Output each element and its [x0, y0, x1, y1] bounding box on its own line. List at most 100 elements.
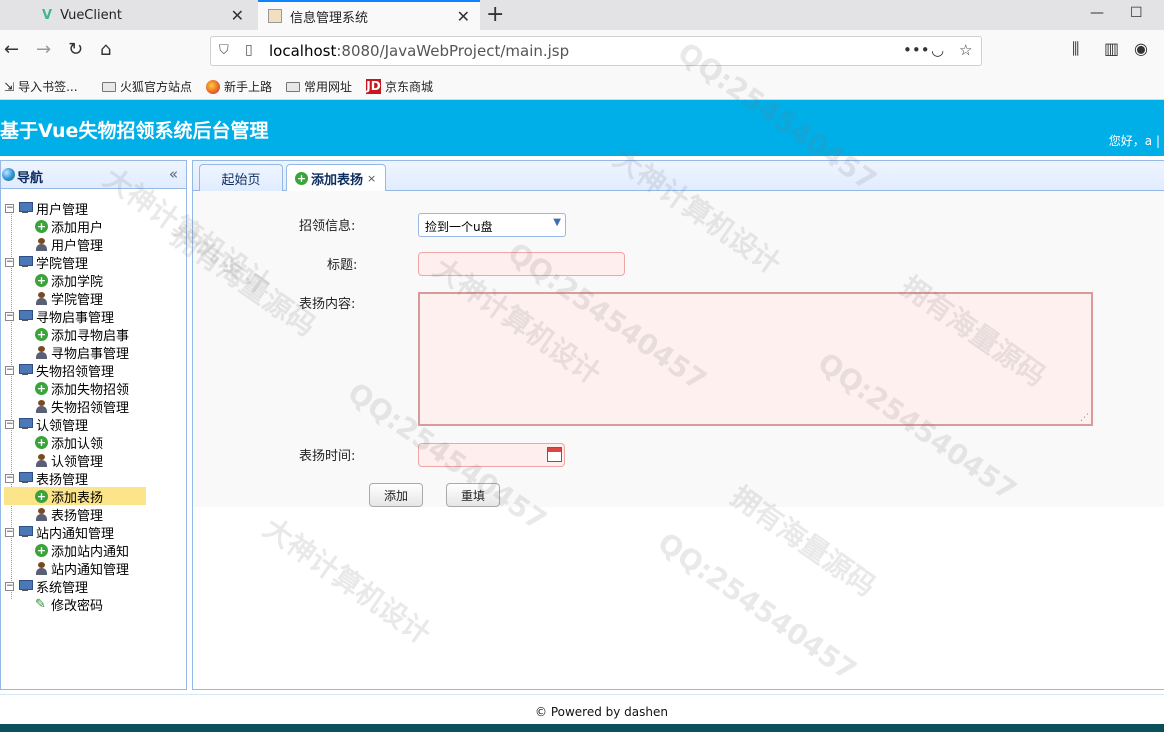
- tree-item-add-lost-notice[interactable]: + 添加寻物启事: [35, 325, 129, 344]
- pen-icon: ✎: [35, 596, 46, 612]
- tree-item-add-college[interactable]: + 添加学院: [35, 271, 103, 290]
- tree-group-found[interactable]: − 失物招领管理: [5, 361, 114, 380]
- tree-item-add-praise[interactable]: + 添加表扬: [4, 487, 146, 506]
- bookmark-firefox-site[interactable]: 火狐官方站点: [102, 78, 192, 95]
- close-tab-icon[interactable]: ×: [367, 172, 376, 185]
- add-button[interactable]: 添加: [369, 483, 423, 507]
- add-icon: +: [295, 172, 308, 185]
- info-select[interactable]: 捡到一个u盘 ▼: [418, 213, 566, 237]
- tree-group-college[interactable]: − 学院管理: [5, 253, 88, 272]
- content-textarea[interactable]: ⋰: [418, 292, 1093, 426]
- tree-item-add-claim[interactable]: + 添加认领: [35, 433, 103, 452]
- tree-item-college-manage[interactable]: 学院管理: [35, 289, 103, 308]
- bookmark-star-icon[interactable]: ☆: [959, 41, 972, 59]
- user-icon: [35, 291, 48, 305]
- reload-icon[interactable]: ↻: [68, 39, 83, 60]
- info-label: 招领信息:: [299, 219, 356, 234]
- user-icon: [35, 237, 48, 251]
- browser-tab-title: VueClient: [60, 7, 122, 23]
- bookmark-getting-started[interactable]: 新手上路: [206, 78, 272, 95]
- browser-tab-vueclient[interactable]: V VueClient ✕: [32, 0, 254, 30]
- collapse-toggle-icon[interactable]: −: [5, 365, 14, 375]
- add-icon: +: [35, 327, 48, 341]
- bookmark-import[interactable]: ⇲ 导入书签...: [4, 78, 78, 95]
- url-bar[interactable]: ⛉ ▯ localhost:8080/JavaWebProject/main.j…: [210, 36, 982, 66]
- collapse-toggle-icon[interactable]: −: [5, 419, 14, 429]
- bookmark-jd[interactable]: JD 京东商城: [366, 78, 433, 95]
- close-tab-icon[interactable]: ✕: [231, 6, 244, 25]
- browser-tab-title: 信息管理系统: [290, 10, 369, 26]
- tab-home[interactable]: 起始页: [199, 164, 283, 191]
- tree-item-add-found[interactable]: + 添加失物招领: [35, 379, 129, 398]
- close-tab-icon[interactable]: ✕: [457, 7, 470, 26]
- tree-group-praise[interactable]: − 表扬管理: [5, 469, 88, 488]
- bookmark-common-sites[interactable]: 常用网址: [286, 78, 352, 95]
- computer-icon: [18, 418, 33, 430]
- collapse-toggle-icon[interactable]: −: [5, 311, 14, 321]
- collapse-toggle-icon[interactable]: −: [5, 257, 14, 267]
- tree-item-claim-manage[interactable]: 认领管理: [35, 451, 103, 470]
- add-icon: +: [35, 381, 48, 395]
- browser-tab-bar: V VueClient ✕ 信息管理系统 ✕ + — ☐: [0, 0, 1164, 30]
- title-input[interactable]: [418, 252, 625, 276]
- computer-icon: [18, 526, 33, 538]
- resize-grip-icon[interactable]: ⋰: [1080, 413, 1089, 423]
- computer-icon: [18, 310, 33, 322]
- time-label: 表扬时间:: [299, 449, 356, 464]
- tree-group-lost-notice[interactable]: − 寻物启事管理: [5, 307, 114, 326]
- tree-item-notice-manage[interactable]: 站内通知管理: [35, 559, 129, 578]
- tree-group-user[interactable]: − 用户管理: [5, 199, 88, 218]
- tree-group-notice[interactable]: − 站内通知管理: [5, 523, 114, 542]
- url-text[interactable]: localhost:8080/JavaWebProject/main.jsp: [269, 42, 569, 60]
- page-info-icon[interactable]: ▯: [245, 42, 253, 58]
- pocket-icon[interactable]: ◡: [931, 41, 944, 59]
- add-icon: +: [35, 273, 48, 287]
- computer-icon: [18, 256, 33, 268]
- firefox-icon: [206, 79, 220, 94]
- panel-tabs: 起始页 + 添加表扬 ×: [193, 161, 1164, 192]
- add-icon: +: [35, 435, 48, 449]
- page-footer: © Powered by dashen: [0, 694, 1164, 724]
- collapse-sidebar-icon[interactable]: «: [169, 165, 178, 183]
- tree-item-praise-manage[interactable]: 表扬管理: [35, 505, 103, 524]
- browser-tab-info-system[interactable]: 信息管理系统 ✕: [258, 0, 480, 30]
- tab-add-praise[interactable]: + 添加表扬 ×: [286, 164, 386, 192]
- import-icon: ⇲: [4, 79, 15, 94]
- account-icon[interactable]: ◉: [1134, 39, 1148, 58]
- tree-item-found-manage[interactable]: 失物招领管理: [35, 397, 129, 416]
- library-icon[interactable]: ⫼: [1072, 39, 1079, 59]
- praise-time-input[interactable]: [418, 443, 565, 467]
- reset-button[interactable]: 重填: [446, 483, 500, 507]
- collapse-toggle-icon[interactable]: −: [5, 581, 14, 591]
- tree-group-system[interactable]: − 系统管理: [5, 577, 88, 596]
- collapse-toggle-icon[interactable]: −: [5, 527, 14, 537]
- tree-item-change-password[interactable]: ✎ 修改密码: [35, 595, 103, 614]
- tree-item-add-user[interactable]: + 添加用户: [35, 217, 103, 236]
- page-actions-icon[interactable]: •••: [903, 41, 930, 59]
- content-label: 表扬内容:: [299, 297, 356, 312]
- tree-item-lost-notice-manage[interactable]: 寻物启事管理: [35, 343, 129, 362]
- globe-icon: [2, 168, 15, 181]
- tree-item-add-notice[interactable]: + 添加站内通知: [35, 541, 129, 560]
- tree-item-user-manage[interactable]: 用户管理: [35, 235, 103, 254]
- forward-arrow-icon[interactable]: →: [36, 39, 51, 60]
- maximize-window-icon[interactable]: ☐: [1130, 5, 1143, 21]
- add-praise-form: 招领信息: 捡到一个u盘 ▼ 标题: 表扬内容: ⋰ 表扬时间: 添加 重填: [193, 191, 1164, 507]
- sidebar-toggle-icon[interactable]: ▥: [1104, 39, 1119, 58]
- back-arrow-icon[interactable]: ←: [4, 39, 19, 60]
- collapse-toggle-icon[interactable]: −: [5, 203, 14, 213]
- shield-icon[interactable]: ⛉: [219, 43, 229, 58]
- computer-icon: [18, 364, 33, 376]
- collapse-toggle-icon[interactable]: −: [5, 473, 14, 483]
- tree-group-claim[interactable]: − 认领管理: [5, 415, 88, 434]
- home-icon[interactable]: ⌂: [100, 39, 111, 60]
- minimize-window-icon[interactable]: —: [1090, 5, 1104, 21]
- vue-logo-icon: V: [42, 7, 53, 23]
- add-icon: +: [35, 489, 48, 503]
- calendar-icon[interactable]: [547, 447, 562, 462]
- folder-icon: [286, 81, 300, 92]
- user-icon: [35, 345, 48, 359]
- computer-icon: [18, 472, 33, 484]
- new-tab-icon[interactable]: +: [486, 2, 504, 27]
- main-panel: 起始页 + 添加表扬 × 招领信息: 捡到一个u盘 ▼ 标题: 表扬内容: ⋰ …: [192, 160, 1164, 690]
